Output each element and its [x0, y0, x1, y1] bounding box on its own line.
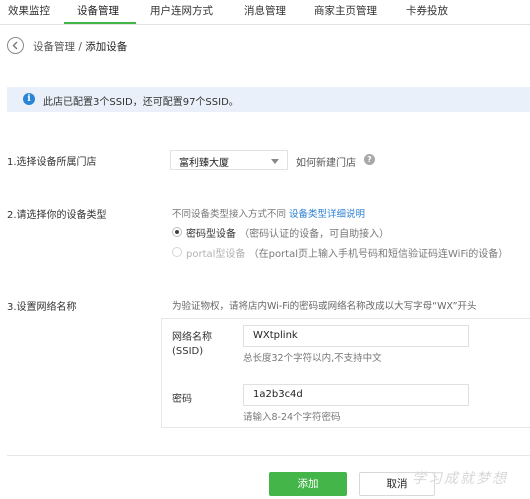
step3-label: 3.设置网络名称 — [7, 302, 77, 313]
breadcrumb-parent[interactable]: 设备管理 — [33, 41, 75, 53]
store-select[interactable]: 富利臻大厦 — [170, 150, 288, 170]
info-banner: i 此店已配置3个SSID，还可配置97个SSID。 — [7, 87, 530, 112]
device-type-hint-text: 不同设备类型接入方式不同 — [172, 209, 290, 220]
ssid-rule-hint: 为验证物权，请将店内Wi-Fi的密码或网络名称改成以大写字母“WX”开头 — [172, 301, 477, 312]
radio-portal-device[interactable] — [172, 247, 182, 257]
radio-portal-device-label[interactable]: portal型设备 （在portal页上输入手机号码和短信验证码连WiFi的设备… — [186, 245, 508, 260]
breadcrumb-separator: / — [75, 41, 86, 53]
ssid-label: 网络名称 (SSID) — [172, 328, 212, 357]
store-select-value: 富利臻大厦 — [179, 158, 229, 169]
password-hint: 请输入8-24个字符密码 — [243, 412, 341, 423]
device-type-detail-link[interactable]: 设备类型详细说明 — [289, 209, 365, 220]
password-input-value: 1a2b3c4d — [253, 389, 303, 400]
radio-password-device-label[interactable]: 密码型设备 （密码认证的设备，可自助接入） — [186, 225, 389, 240]
add-button[interactable]: 添加 — [269, 472, 347, 496]
question-icon[interactable]: ? — [364, 154, 375, 165]
tab-user-network-method[interactable]: 用户连网方式 — [150, 0, 213, 24]
radio-password-device-sub: （密码认证的设备，可自助接入） — [239, 229, 390, 240]
breadcrumb: 设备管理 / 添加设备 — [33, 39, 127, 54]
tab-coupon-delivery[interactable]: 卡券投放 — [406, 0, 448, 24]
radio-password-device[interactable] — [172, 227, 182, 237]
radio-password-device-title: 密码型设备 — [186, 229, 236, 240]
password-input[interactable]: 1a2b3c4d — [243, 384, 469, 406]
ssid-label-line2: (SSID) — [172, 346, 204, 357]
ssid-hint: 总长度32个字符以内,不支持中文 — [243, 353, 382, 364]
tab-device-management[interactable]: 设备管理 — [77, 0, 119, 24]
device-type-hint: 不同设备类型接入方式不同 设备类型详细说明 — [172, 206, 365, 220]
tab-effect-monitor[interactable]: 效果监控 — [8, 0, 50, 24]
watermark-text: 学习成就梦想 — [412, 471, 508, 487]
info-text: 此店已配置3个SSID，还可配置97个SSID。 — [43, 97, 239, 108]
breadcrumb-current: 添加设备 — [85, 41, 128, 53]
password-label: 密码 — [172, 394, 192, 405]
tab-merchant-homepage[interactable]: 商家主页管理 — [314, 0, 377, 24]
back-chevron-icon[interactable] — [7, 37, 24, 54]
ssid-input-value: WXtplink — [253, 330, 298, 341]
step1-label: 1.选择设备所属门店 — [7, 157, 97, 168]
info-icon: i — [23, 93, 35, 105]
step2-label: 2.请选择你的设备类型 — [7, 210, 107, 221]
ssid-input[interactable]: WXtplink — [243, 325, 469, 347]
new-store-link[interactable]: 如何新建门店 — [296, 154, 356, 169]
radio-portal-device-sub: （在portal页上输入手机号码和短信验证码连WiFi的设备） — [248, 249, 509, 260]
chevron-down-icon — [271, 159, 279, 164]
tab-message-management[interactable]: 消息管理 — [244, 0, 286, 24]
footer-divider — [7, 455, 530, 456]
active-tab-indicator — [64, 22, 136, 24]
radio-portal-device-title: portal型设备 — [186, 249, 246, 260]
ssid-label-line1: 网络名称 — [172, 332, 212, 343]
top-tab-bar: 效果监控 设备管理 用户连网方式 消息管理 商家主页管理 卡券投放 — [0, 0, 530, 25]
